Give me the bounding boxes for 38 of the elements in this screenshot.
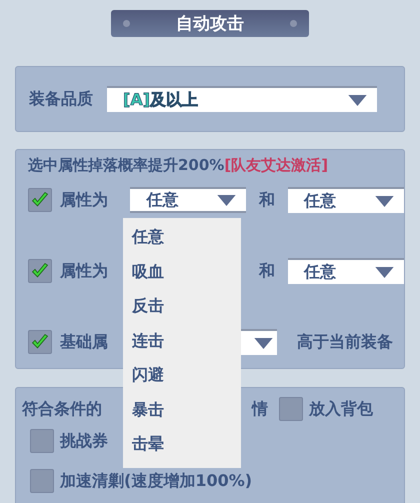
condition-label: 高于当前装备: [297, 332, 393, 352]
caret-icon: [375, 266, 394, 278]
checkbox[interactable]: [28, 188, 52, 212]
quality-label: 装备品质: [29, 88, 93, 110]
detail-label: 情: [252, 398, 268, 420]
attribute-label: 属性为: [60, 260, 109, 282]
dropdown[interactable]: 任意: [288, 187, 404, 213]
attribute-label: 属性为: [60, 190, 109, 210]
dot-icon: [290, 20, 297, 27]
checkbox[interactable]: [28, 330, 52, 354]
menu-item[interactable]: 吸血: [132, 258, 241, 293]
option-label: 加速清剿(速度增加100%): [60, 470, 252, 492]
bag-label: 放入背包: [309, 398, 373, 420]
menu-item[interactable]: 击晕: [132, 431, 241, 466]
menu-item[interactable]: 闪避: [132, 362, 241, 396]
caret-icon: [254, 338, 273, 348]
menu-item[interactable]: 反击: [132, 293, 241, 328]
caret-icon: [348, 94, 367, 106]
attribute-label: 基础属: [60, 332, 109, 352]
detail-label: 符合条件的: [22, 398, 102, 420]
dot-icon: [123, 20, 130, 27]
menu-item[interactable]: 任意: [132, 224, 241, 258]
menu-item[interactable]: 连击: [132, 328, 241, 362]
caret-icon: [217, 194, 236, 206]
menu-item[interactable]: 暴击: [132, 396, 241, 431]
checkbox[interactable]: [28, 259, 52, 283]
dropdown[interactable]: 任意: [130, 187, 246, 213]
filter-heading: 选中属性掉落概率提升200%[队友艾达激活]: [28, 156, 330, 175]
dropdown[interactable]: 任意: [288, 258, 404, 284]
checkbox[interactable]: [30, 469, 54, 493]
caret-icon: [375, 196, 394, 206]
checkbox[interactable]: [279, 397, 303, 421]
checkbox[interactable]: [30, 429, 54, 453]
and-label: 和: [259, 260, 276, 282]
option-label: 挑战券: [60, 430, 108, 452]
window-title: 自动攻击: [176, 13, 244, 35]
and-label: 和: [259, 190, 276, 210]
quality-dropdown[interactable]: [A]及以上: [107, 86, 377, 112]
